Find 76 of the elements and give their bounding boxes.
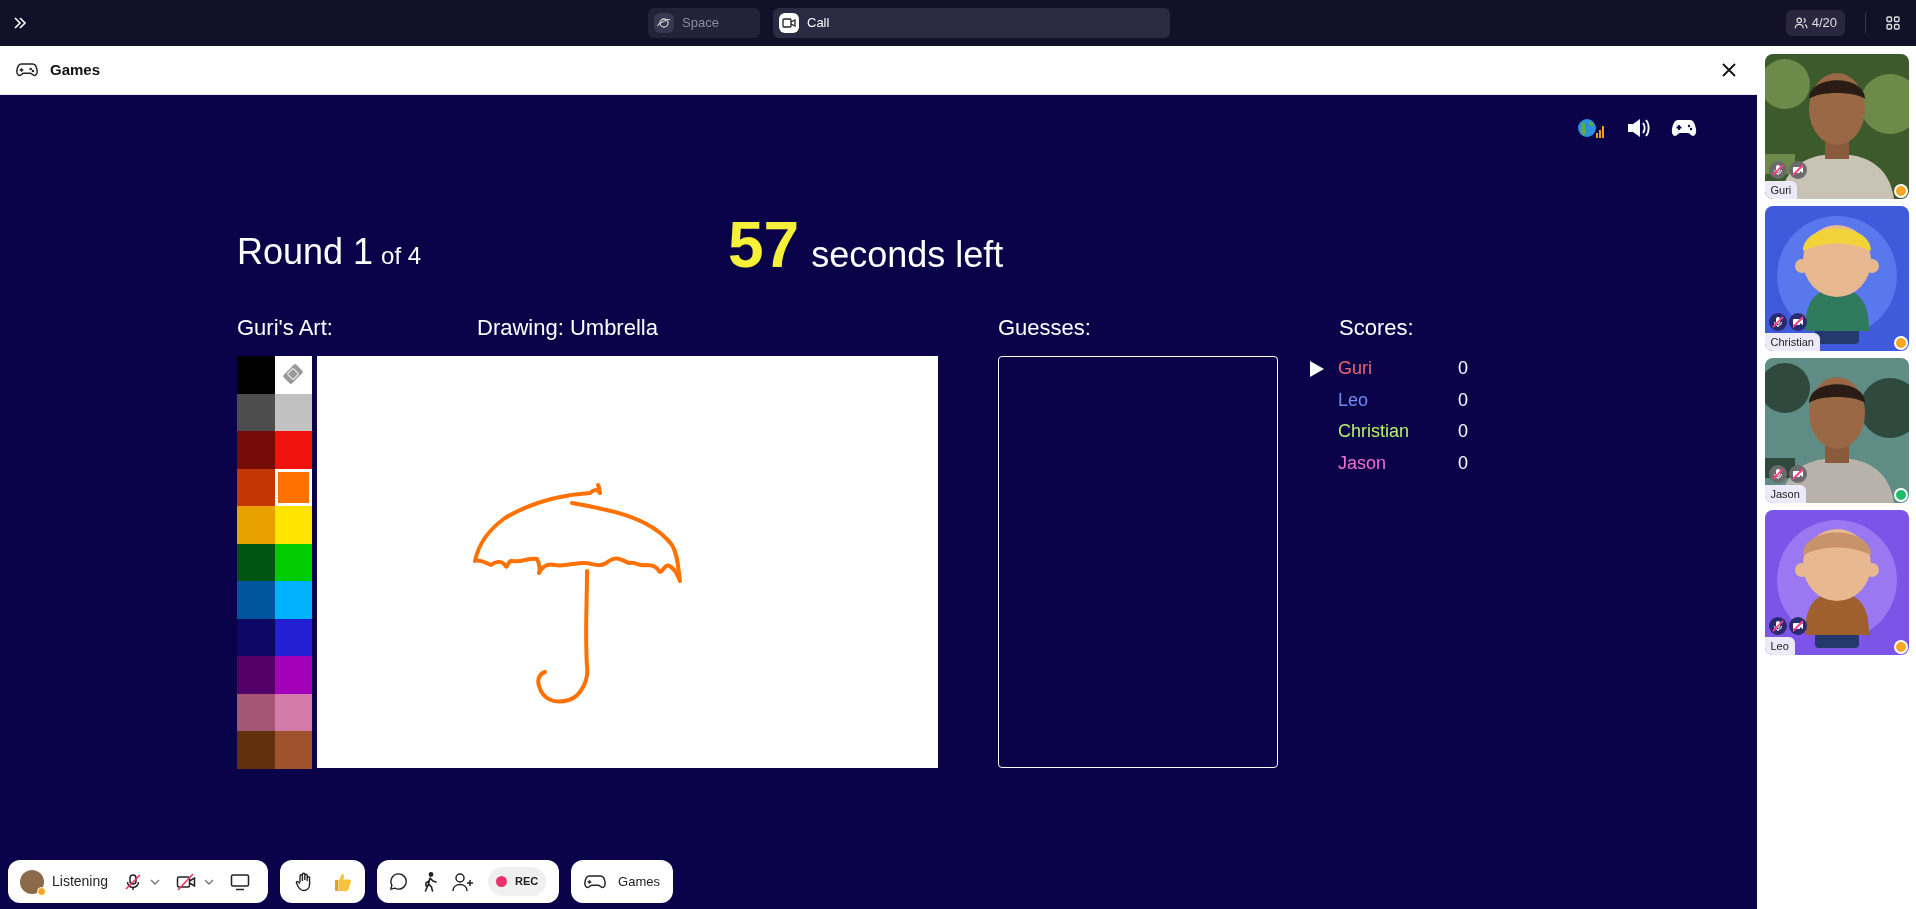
muted-mic-icon [1768,161,1787,179]
participant-count: 4/20 [1811,14,1837,33]
walking-person-icon[interactable] [422,871,438,892]
speaker-icon[interactable] [1627,118,1651,138]
player-name: Jason [1338,451,1388,475]
color-swatch[interactable] [274,581,312,619]
player-name: Christian [1338,420,1411,444]
video-camera-icon [779,13,799,33]
color-swatch[interactable] [274,731,312,769]
color-swatch[interactable] [237,581,275,619]
eraser-swatch[interactable] [274,356,312,394]
muted-camera-icon[interactable] [176,872,197,891]
record-button[interactable]: REC [488,867,547,896]
participant-tile[interactable]: Leo [1764,510,1909,655]
color-swatch[interactable] [237,656,275,694]
color-swatch[interactable] [237,618,275,656]
color-swatch[interactable] [237,356,275,394]
muted-camera-icon [1788,161,1807,179]
screen-share-icon[interactable] [230,872,251,891]
player-name: Leo [1338,388,1370,412]
planet-icon [654,13,674,33]
user-avatar[interactable] [20,869,44,894]
color-swatch[interactable] [274,656,312,694]
color-swatch[interactable] [237,543,275,581]
participant-tile[interactable]: Jason [1764,358,1909,503]
seconds-label: seconds left [811,237,1004,273]
color-swatch[interactable] [237,468,275,506]
color-swatch[interactable] [237,693,275,731]
gamepad-icon[interactable] [1671,119,1697,137]
participant-name: Guri [1764,181,1798,199]
games-button[interactable]: Games [571,860,673,903]
player-score: 0 [1458,451,1468,475]
thumbs-up-icon[interactable] [333,871,352,892]
gamepad-icon [584,873,607,890]
muted-mic-icon[interactable] [124,872,143,891]
round-total: of 4 [381,241,422,271]
participant-name: Leo [1764,637,1795,655]
status-label: Listening [52,872,109,891]
participant-count-badge[interactable]: 4/20 [1785,10,1845,36]
seconds-counter: 57 [728,213,800,277]
muted-mic-icon [1768,313,1787,331]
gamepad-icon [16,62,38,78]
color-swatch[interactable] [237,431,275,469]
participant-name: Christian [1764,333,1820,351]
people-icon [1793,16,1808,30]
muted-mic-icon [1768,617,1787,635]
color-swatch[interactable] [274,431,312,469]
muted-camera-icon [1788,313,1807,331]
guesses-label: Guesses: [998,314,1091,342]
drawing-word-label: Drawing: Umbrella [477,314,658,342]
player-name: Guri [1338,357,1373,381]
grid-icon[interactable] [1886,16,1900,30]
color-swatch[interactable] [237,393,275,431]
participant-tile[interactable]: Christian [1764,206,1909,351]
artist-label: Guri's Art: [237,314,333,342]
panel-title: Games [50,59,101,80]
scores-label: Scores: [1339,314,1414,342]
tab[interactable]: Call [773,8,1170,38]
player-score: 0 [1458,388,1468,412]
add-person-icon[interactable] [452,871,474,892]
muted-mic-icon [1768,465,1787,483]
player-score: 0 [1458,357,1468,381]
muted-camera-icon [1788,617,1807,635]
color-swatch[interactable] [237,731,275,769]
close-icon[interactable] [1721,62,1737,78]
player-score: 0 [1458,420,1468,444]
color-swatch[interactable] [274,506,312,544]
muted-camera-icon [1788,465,1807,483]
globe-signal-icon[interactable] [1577,117,1607,139]
tab[interactable]: Space [648,8,760,38]
expand-icon[interactable] [12,15,28,31]
participant-name: Jason [1764,485,1806,503]
round-counter: Round 1 [237,230,374,274]
participant-tile[interactable]: Guri [1764,54,1909,199]
chat-icon[interactable] [389,872,408,891]
color-swatch[interactable] [237,506,275,544]
